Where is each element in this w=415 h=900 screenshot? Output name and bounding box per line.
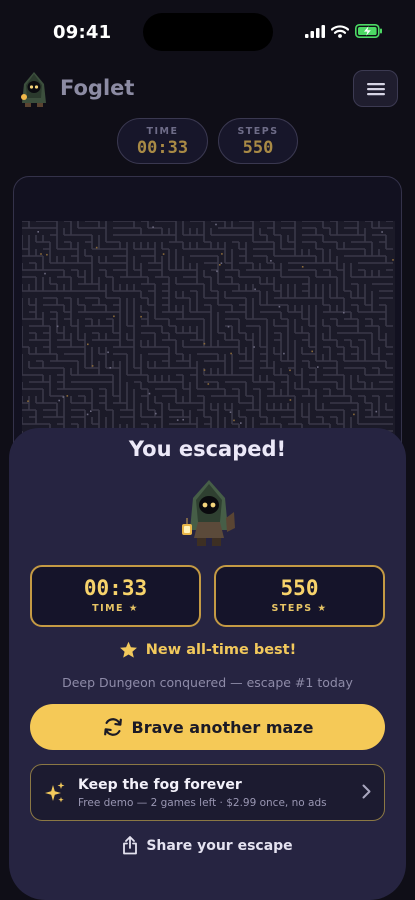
- result-time-label: TIME ★: [92, 603, 139, 614]
- upsell-subtitle: Free demo — 2 games left · $2.99 once, n…: [78, 797, 327, 809]
- status-icons: [305, 24, 383, 38]
- menu-button[interactable]: [353, 70, 398, 107]
- sparkles-icon: [45, 782, 65, 803]
- hamburger-menu-icon: [366, 82, 385, 95]
- brave-another-maze-label: Brave another maze: [131, 717, 314, 737]
- wifi-icon: [331, 24, 349, 38]
- keep-fog-upsell-card[interactable]: Keep the fog forever Free demo — 2 games…: [30, 764, 385, 821]
- result-steps-label: STEPS ★: [271, 603, 328, 614]
- foglet-character-icon: [182, 480, 235, 546]
- conquered-text: Deep Dungeon conquered — escape #1 today: [62, 675, 353, 690]
- chevron-right-icon: [362, 784, 371, 799]
- share-icon: [123, 836, 138, 855]
- dynamic-island: [143, 13, 273, 51]
- brave-another-maze-button[interactable]: Brave another maze: [30, 704, 385, 750]
- result-time-box: 00:33 TIME ★: [30, 565, 201, 627]
- hud-time-value: 00:33: [136, 138, 189, 158]
- hud-time-label: TIME: [146, 126, 179, 137]
- app-title: Foglet: [60, 76, 135, 100]
- hud-steps-label: STEPS: [237, 126, 279, 137]
- maze-grid: [22, 221, 395, 461]
- new-best-banner: New all-time best!: [0, 641, 415, 659]
- upsell-title: Keep the fog forever: [78, 777, 242, 793]
- new-best-text: New all-time best!: [145, 642, 297, 658]
- app-header: Foglet: [0, 68, 415, 110]
- result-steps-box: 550 STEPS ★: [214, 565, 385, 627]
- share-escape-label: Share your escape: [146, 837, 293, 854]
- refresh-icon: [103, 718, 122, 736]
- hud-steps-pill: STEPS 550: [218, 118, 298, 164]
- result-steps-value: 550: [280, 576, 319, 600]
- hud-time-pill: TIME 00:33: [117, 118, 208, 164]
- result-time-value: 00:33: [83, 576, 148, 600]
- star-icon: [119, 641, 137, 658]
- result-title: You escaped!: [128, 437, 287, 461]
- share-escape-button[interactable]: Share your escape: [0, 836, 415, 855]
- status-time: 09:41: [53, 22, 112, 43]
- hud-steps-value: 550: [242, 138, 274, 158]
- battery-charging-icon: [355, 24, 382, 38]
- cellular-signal-icon: [305, 24, 325, 38]
- foglet-logo-icon: [21, 72, 46, 107]
- status-bar: 09:41: [0, 0, 415, 60]
